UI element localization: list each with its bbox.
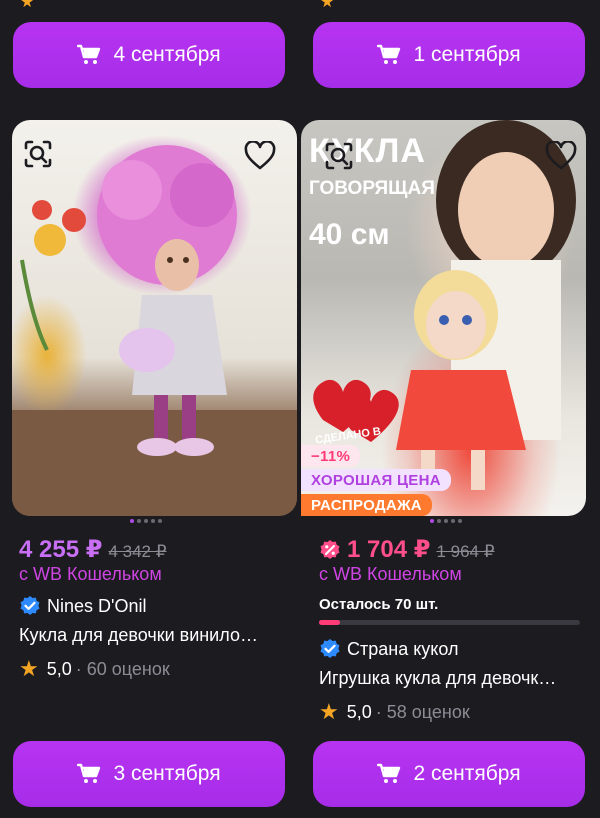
- price-row: 4 255 ₽ 4 342 ₽: [19, 535, 167, 564]
- seller-row[interactable]: Страна кукол: [319, 638, 459, 660]
- sale-badge: РАСПРОДАЖА: [301, 494, 432, 516]
- product-image[interactable]: [12, 120, 297, 516]
- heart-icon: [244, 141, 276, 170]
- product-title[interactable]: Игрушка кукла для девочк…: [319, 668, 589, 689]
- image-search-icon: [325, 142, 353, 170]
- add-to-cart-button[interactable]: 2 сентября: [313, 741, 585, 807]
- old-price: 4 342 ₽: [108, 542, 167, 561]
- seller-row[interactable]: Nines D'Onil: [19, 595, 146, 617]
- stock-note: Осталось 70 шт.: [319, 596, 439, 613]
- rating-row: ★ 5,0 · 58 оценок: [319, 699, 470, 725]
- star-icon: ★: [319, 699, 339, 724]
- cart-icon: [377, 44, 401, 64]
- rating-star-icon: ★: [20, 0, 35, 11]
- pagination-dot: [451, 519, 455, 523]
- pagination-dot: [158, 519, 162, 523]
- cart-icon: [77, 44, 101, 64]
- pagination-dot: [137, 519, 141, 523]
- rating-value: 5,0: [46, 658, 72, 679]
- rating-star-icon: ★: [320, 0, 335, 11]
- image-pagination: [430, 519, 462, 523]
- old-price: 1 964 ₽: [436, 542, 495, 561]
- discount-tag-icon: [320, 539, 340, 559]
- star-icon: ★: [19, 656, 39, 681]
- product-title[interactable]: Кукла для девочки винило…: [19, 625, 289, 646]
- verified-icon: [20, 596, 40, 615]
- good-price-badge: ХОРОШАЯ ЦЕНА: [301, 469, 451, 491]
- delivery-date-label: 1 сентября: [413, 43, 521, 66]
- overlay-subtitle: ГОВОРЯЩАЯ: [309, 178, 435, 199]
- discount-badge: −11%: [301, 445, 361, 467]
- delivery-date-label: 3 сентября: [113, 762, 221, 785]
- rating-row: ★ 5,0 · 60 оценок: [19, 656, 170, 682]
- cart-icon: [77, 763, 101, 783]
- add-to-cart-button[interactable]: 1 сентября: [313, 22, 585, 88]
- wallet-note: с WB Кошельком: [319, 564, 462, 584]
- heart-icon: [545, 141, 577, 170]
- image-pagination: [130, 519, 162, 523]
- pagination-dot: [130, 519, 134, 523]
- rating-value: 5,0: [346, 701, 372, 722]
- pagination-dot: [437, 519, 441, 523]
- verified-icon: [320, 639, 340, 658]
- pagination-dot: [151, 519, 155, 523]
- pagination-dot: [444, 519, 448, 523]
- review-count: · 60 оценок: [75, 658, 170, 679]
- delivery-date-label: 4 сентября: [113, 43, 221, 66]
- add-to-cart-button[interactable]: 4 сентября: [13, 22, 285, 88]
- similar-search-button[interactable]: [18, 134, 58, 174]
- favorite-button[interactable]: [541, 136, 581, 176]
- current-price: 4 255 ₽: [19, 536, 103, 563]
- seller-name: Страна кукол: [347, 638, 459, 659]
- pagination-dot: [430, 519, 434, 523]
- pagination-dot: [144, 519, 148, 523]
- similar-search-button[interactable]: [319, 136, 359, 176]
- price-row: 1 704 ₽ 1 964 ₽: [319, 535, 495, 564]
- doll-illustration: [12, 145, 297, 516]
- image-search-icon: [24, 140, 52, 168]
- add-to-cart-button[interactable]: 3 сентября: [13, 741, 285, 807]
- seller-name: Nines D'Onil: [47, 595, 147, 616]
- favorite-button[interactable]: [240, 136, 280, 176]
- stock-progress: [319, 620, 580, 625]
- overlay-size: 40 см: [309, 218, 390, 251]
- stock-progress-fill: [319, 620, 340, 625]
- cart-icon: [377, 763, 401, 783]
- wallet-note: с WB Кошельком: [19, 564, 162, 584]
- current-price: 1 704 ₽: [347, 536, 431, 563]
- pagination-dot: [458, 519, 462, 523]
- delivery-date-label: 2 сентября: [413, 762, 521, 785]
- review-count: · 58 оценок: [375, 701, 470, 722]
